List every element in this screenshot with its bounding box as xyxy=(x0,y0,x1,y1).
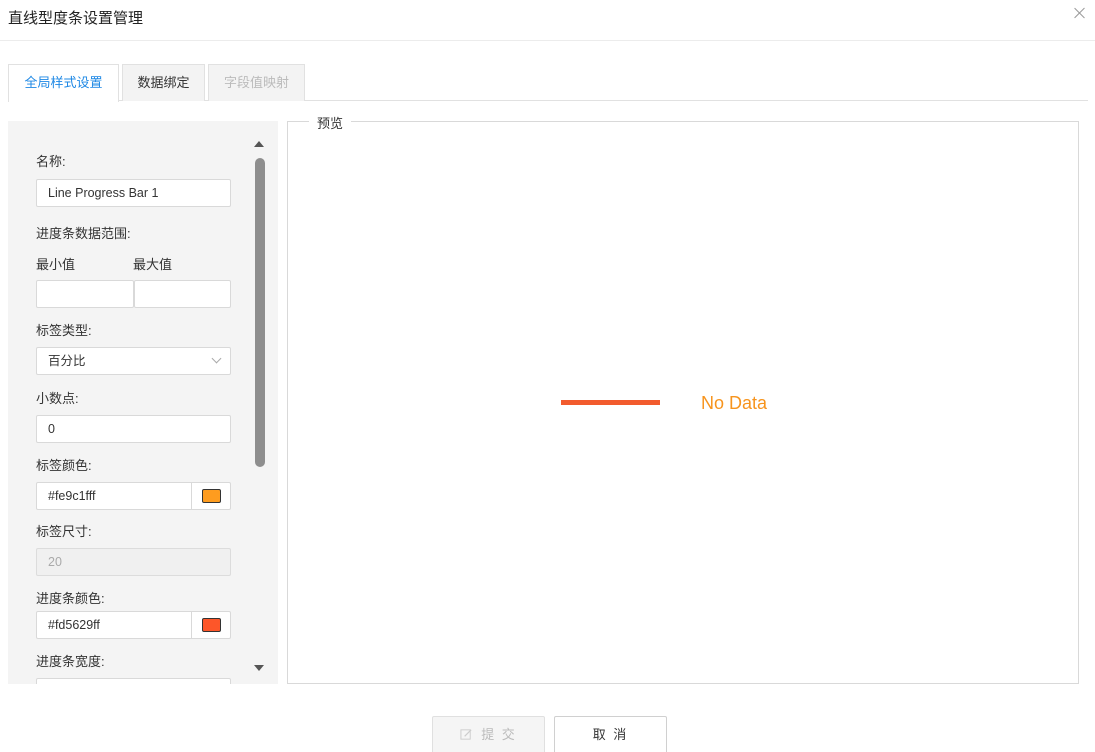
progress-bar-settings-dialog: 直线型度条设置管理 全局样式设置 数据绑定 字段值映射 名称: Line Pro… xyxy=(0,0,1095,752)
label-color-swatch xyxy=(202,489,221,503)
preview-legend: 预览 xyxy=(309,113,352,132)
tab-global-style[interactable]: 全局样式设置 xyxy=(8,64,119,102)
chevron-down-icon xyxy=(211,353,222,364)
tab-field-mapping: 字段值映射 xyxy=(208,64,305,101)
name-input[interactable]: Line Progress Bar 1 xyxy=(36,179,231,207)
decimal-input[interactable]: 0 xyxy=(36,415,231,443)
min-input[interactable] xyxy=(36,280,134,308)
max-input[interactable] xyxy=(134,280,231,308)
decimal-label: 小数点: xyxy=(36,391,79,406)
tab-data-binding[interactable]: 数据绑定 xyxy=(122,64,205,101)
cancel-label: 取 消 xyxy=(592,727,629,742)
label-type-value: 百分比 xyxy=(48,354,86,368)
name-label: 名称: xyxy=(36,154,66,169)
no-data-text: No Data xyxy=(701,393,768,413)
label-color-swatch-button[interactable] xyxy=(191,482,231,510)
bar-color-swatch xyxy=(202,618,221,632)
submit-button: 提 交 xyxy=(432,716,545,752)
submit-label: 提 交 xyxy=(481,727,517,742)
scroll-down-arrow[interactable] xyxy=(254,665,264,671)
max-label: 最大值 xyxy=(133,257,173,272)
range-label: 进度条数据范围: xyxy=(36,226,131,241)
scrollbar-thumb[interactable] xyxy=(255,158,265,467)
scroll-up-arrow[interactable] xyxy=(254,141,264,147)
preview-panel: 预览 No Data xyxy=(287,113,1079,684)
close-icon[interactable] xyxy=(1071,4,1089,22)
progress-bar-line xyxy=(561,400,660,405)
label-size-input: 20 xyxy=(36,548,231,576)
min-label: 最小值 xyxy=(36,257,76,272)
label-color-input[interactable]: #fe9c1fff xyxy=(36,482,192,510)
label-size-label: 标签尺寸: xyxy=(36,524,92,539)
bar-width-input[interactable] xyxy=(36,678,231,684)
label-color-picker: #fe9c1fff xyxy=(36,482,231,510)
bar-color-swatch-button[interactable] xyxy=(191,611,231,639)
label-color-label: 标签颜色: xyxy=(36,458,92,473)
cancel-button[interactable]: 取 消 xyxy=(554,716,667,752)
settings-panel: 名称: Line Progress Bar 1 进度条数据范围: 最小值 最大值… xyxy=(8,121,278,684)
tab-bar: 全局样式设置 数据绑定 字段值映射 xyxy=(8,64,1088,102)
bar-width-label: 进度条宽度: xyxy=(36,654,105,669)
dialog-header: 直线型度条设置管理 xyxy=(0,0,1095,41)
label-type-select[interactable]: 百分比 xyxy=(36,347,231,375)
bar-color-input[interactable]: #fd5629ff xyxy=(36,611,192,639)
bar-color-label: 进度条颜色: xyxy=(36,591,105,606)
label-type-label: 标签类型: xyxy=(36,323,92,338)
dialog-title: 直线型度条设置管理 xyxy=(8,10,144,27)
edit-icon xyxy=(460,729,472,740)
bar-color-picker: #fd5629ff xyxy=(36,611,231,639)
